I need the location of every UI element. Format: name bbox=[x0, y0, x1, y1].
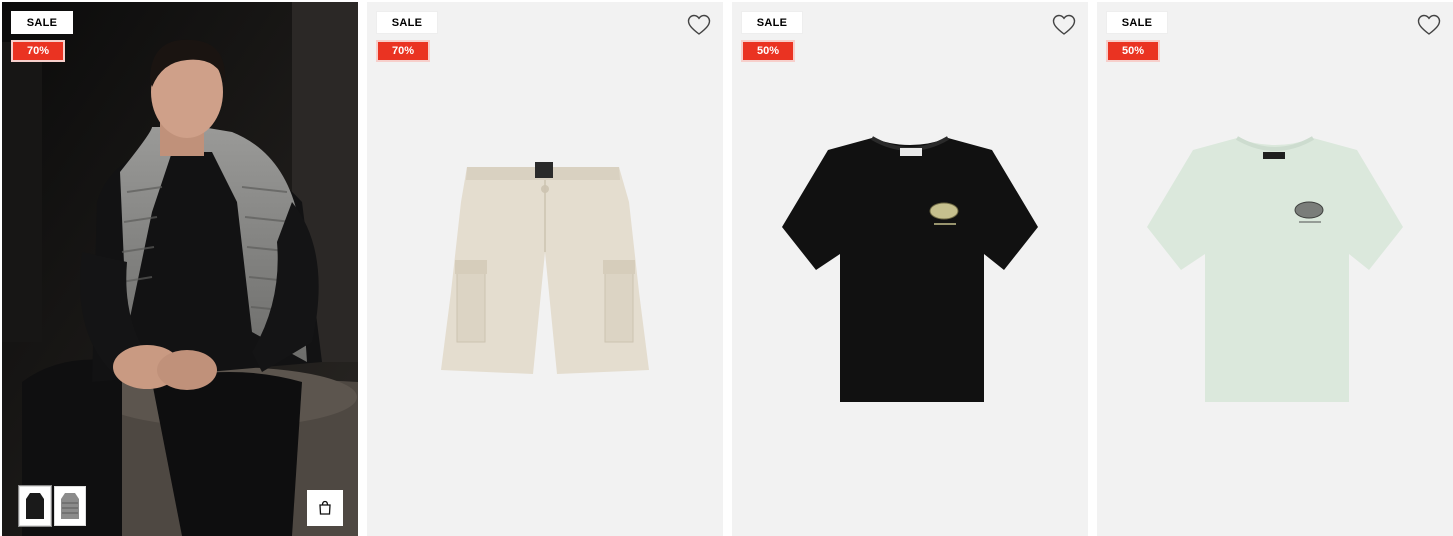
badge-stack: SALE 70% bbox=[11, 11, 73, 62]
product-image-mint-tshirt[interactable] bbox=[1097, 2, 1453, 536]
heart-icon[interactable] bbox=[687, 14, 711, 36]
product-card[interactable]: SALE 70% bbox=[367, 2, 723, 536]
discount-badge: 70% bbox=[376, 40, 430, 62]
heart-icon[interactable] bbox=[1417, 14, 1441, 36]
product-card[interactable]: SALE 50% bbox=[732, 2, 1088, 536]
product-photo-model[interactable] bbox=[2, 2, 358, 536]
swatch-grey-vest[interactable] bbox=[54, 486, 86, 526]
sale-badge: SALE bbox=[11, 11, 73, 34]
shopping-bag-icon bbox=[319, 500, 331, 515]
badge-stack: SALE 50% bbox=[741, 11, 803, 62]
sale-badge: SALE bbox=[1106, 11, 1168, 34]
sale-badge: SALE bbox=[376, 11, 438, 34]
heart-icon[interactable] bbox=[1052, 14, 1076, 36]
product-image-cargo-shorts[interactable] bbox=[367, 2, 723, 536]
color-swatches bbox=[18, 485, 86, 527]
product-grid: SALE 70% SALE 70% SALE 50% SALE 50% bbox=[0, 0, 1453, 536]
discount-badge: 50% bbox=[741, 40, 795, 62]
grey-vest-thumbnail-icon bbox=[61, 493, 79, 519]
discount-badge: 70% bbox=[11, 40, 65, 62]
badge-stack: SALE 70% bbox=[376, 11, 438, 62]
sale-badge: SALE bbox=[741, 11, 803, 34]
black-vest-thumbnail-icon bbox=[26, 493, 44, 519]
discount-badge: 50% bbox=[1106, 40, 1160, 62]
product-card[interactable]: SALE 70% bbox=[2, 2, 358, 536]
product-card[interactable]: SALE 50% bbox=[1097, 2, 1453, 536]
quick-add-button[interactable] bbox=[307, 490, 343, 526]
badge-stack: SALE 50% bbox=[1106, 11, 1168, 62]
swatch-black-vest[interactable] bbox=[18, 485, 52, 527]
product-image-black-tshirt[interactable] bbox=[732, 2, 1088, 536]
